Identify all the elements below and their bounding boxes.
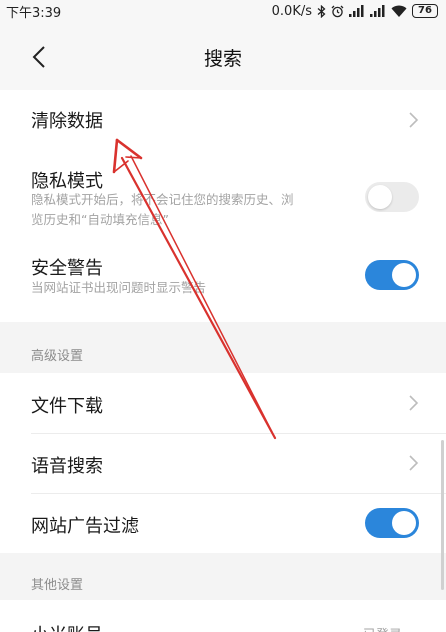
security-warning-label: 安全警告	[31, 258, 103, 279]
alarm-icon	[331, 5, 344, 17]
mi-account-status: 已登录	[363, 624, 402, 632]
wifi-icon	[391, 5, 407, 17]
ad-filter-label: 网站广告过滤	[31, 516, 139, 537]
private-mode-toggle[interactable]	[365, 182, 419, 212]
bluetooth-icon	[317, 4, 326, 18]
file-download-label: 文件下载	[31, 396, 103, 417]
chevron-right-icon	[409, 455, 419, 471]
voice-search-row[interactable]: 语音搜索	[0, 433, 446, 493]
toggle-knob	[392, 263, 416, 287]
file-download-row[interactable]: 文件下载	[0, 373, 446, 433]
status-icons: 0.0K/s 76	[272, 4, 438, 19]
scrollbar[interactable]	[441, 440, 444, 590]
toggle-knob	[392, 511, 416, 535]
security-warning-toggle[interactable]	[365, 260, 419, 290]
chevron-right-icon	[409, 112, 419, 128]
status-bar: 下午3:39 0.0K/s 76	[0, 0, 446, 22]
security-warning-row: 安全警告 当网站证书出现问题时显示警告	[0, 232, 446, 322]
other-settings-section: 小米账号 已登录	[0, 600, 446, 632]
chevron-right-icon	[409, 395, 419, 411]
voice-search-label: 语音搜索	[31, 456, 103, 477]
page-title: 搜索	[203, 48, 242, 70]
advanced-settings-section: 文件下载 语音搜索 网站广告过滤	[0, 373, 446, 553]
signal-icon-2	[370, 5, 385, 17]
signal-icon	[349, 5, 364, 17]
clear-data-row[interactable]: 清除数据	[0, 90, 446, 150]
clear-data-label: 清除数据	[31, 111, 103, 132]
mi-account-label: 小米账号	[31, 621, 103, 632]
main-settings-section: 清除数据 隐私模式 隐私模式开始后，将不会记住您的搜索历史、浏 览历史和“自动填…	[0, 90, 446, 322]
private-mode-description: 隐私模式开始后，将不会记住您的搜索历史、浏	[31, 192, 294, 207]
private-mode-row: 隐私模式 隐私模式开始后，将不会记住您的搜索历史、浏 览历史和“自动填充信息”	[0, 150, 446, 232]
advanced-section-header: 高级设置	[31, 349, 84, 364]
ad-filter-row: 网站广告过滤	[0, 493, 446, 553]
security-warning-description: 当网站证书出现问题时显示警告	[31, 280, 207, 295]
other-section-header: 其他设置	[31, 578, 84, 593]
ad-filter-toggle[interactable]	[365, 508, 419, 538]
private-mode-description-2: 览历史和“自动填充信息”	[31, 212, 169, 227]
mi-account-row[interactable]: 小米账号 已登录	[0, 600, 446, 632]
status-time: 下午3:39	[6, 5, 62, 21]
toggle-knob	[368, 185, 392, 209]
battery-indicator: 76	[412, 4, 438, 18]
network-speed: 0.0K/s	[271, 3, 312, 19]
header: 搜索	[0, 22, 446, 90]
